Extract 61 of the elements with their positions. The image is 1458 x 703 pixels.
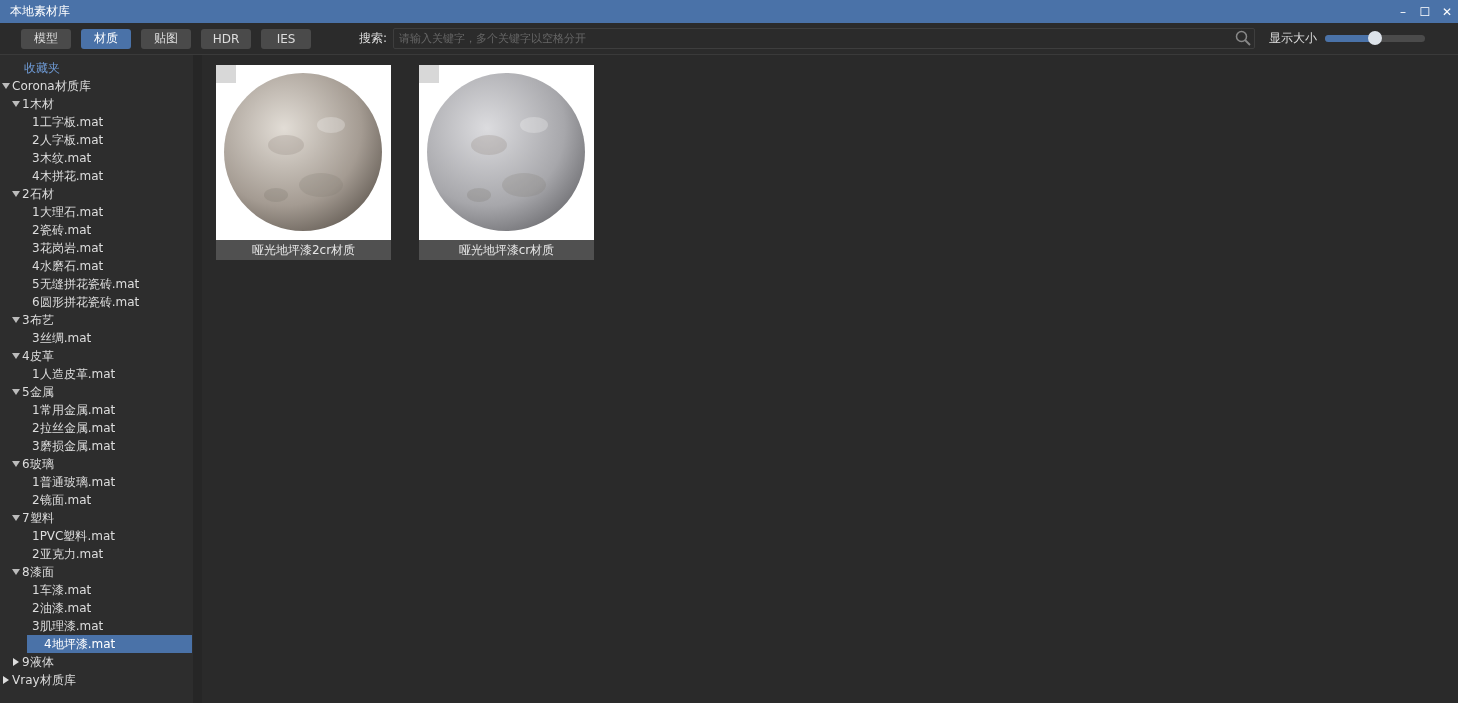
favorites-link[interactable]: 收藏夹 <box>0 59 193 77</box>
tree-item[interactable]: 6圆形拼花瓷砖.mat <box>0 293 192 311</box>
expanded-arrow-icon[interactable] <box>12 460 22 468</box>
expanded-arrow-icon[interactable] <box>12 100 22 108</box>
tab[interactable]: HDR <box>201 28 251 49</box>
tree-item[interactable]: 4水磨石.mat <box>0 257 192 275</box>
tree-item[interactable]: 4木拼花.mat <box>0 167 192 185</box>
tree-item[interactable]: 1PVC塑料.mat <box>0 527 192 545</box>
search-label: 搜索: <box>359 30 388 47</box>
tree-item[interactable]: 1工字板.mat <box>0 113 192 131</box>
tree-item[interactable]: 2亚克力.mat <box>0 545 192 563</box>
tree-item[interactable]: 3花岗岩.mat <box>0 239 192 257</box>
tree-item[interactable]: 1车漆.mat <box>0 581 192 599</box>
window-title: 本地素材库 <box>10 3 70 20</box>
expanded-arrow-icon[interactable] <box>12 514 22 522</box>
tree-item[interactable]: 3木纹.mat <box>0 149 192 167</box>
tab[interactable]: 贴图 <box>141 28 191 49</box>
close-button[interactable]: ✕ <box>1436 4 1458 19</box>
tree-item[interactable]: 2人字板.mat <box>0 131 192 149</box>
material-name: 哑光地坪漆cr材质 <box>419 240 594 260</box>
size-label: 显示大小 <box>1269 30 1318 47</box>
tab[interactable]: 材质 <box>81 28 131 49</box>
tree-item[interactable]: 2油漆.mat <box>0 599 192 617</box>
material-name: 哑光地坪漆2cr材质 <box>216 240 391 260</box>
tree-item[interactable]: 4地坪漆.mat <box>27 635 192 653</box>
tree-item[interactable]: 2镜面.mat <box>0 491 192 509</box>
tree-item[interactable]: 1普通玻璃.mat <box>0 473 192 491</box>
tree-item[interactable]: 1大理石.mat <box>0 203 192 221</box>
tree-item[interactable]: Corona材质库 <box>0 77 192 95</box>
tab[interactable]: IES <box>261 28 311 49</box>
tree-item[interactable]: 4皮革 <box>0 347 192 365</box>
tree-item[interactable]: 1人造皮革.mat <box>0 365 192 383</box>
tree-item[interactable]: 2石材 <box>0 185 192 203</box>
expanded-arrow-icon[interactable] <box>12 568 22 576</box>
tree-item[interactable]: 1木材 <box>0 95 192 113</box>
tree-item[interactable]: 9液体 <box>0 653 192 671</box>
expanded-arrow-icon[interactable] <box>12 316 22 324</box>
tree-item[interactable]: 7塑料 <box>0 509 192 527</box>
tree-item[interactable]: 3肌理漆.mat <box>0 617 192 635</box>
tree-item[interactable]: 3丝绸.mat <box>0 329 192 347</box>
tree-item[interactable]: 2拉丝金属.mat <box>0 419 192 437</box>
tree-item[interactable]: 3磨损金属.mat <box>0 437 192 455</box>
minimize-button[interactable]: – <box>1392 4 1414 19</box>
tree-item[interactable]: 5无缝拼花瓷砖.mat <box>0 275 192 293</box>
expanded-arrow-icon[interactable] <box>12 352 22 360</box>
search-icon[interactable] <box>1235 30 1252 46</box>
tree-item[interactable]: Vray材质库 <box>0 671 192 689</box>
tab[interactable]: 模型 <box>21 28 71 49</box>
tree-item[interactable]: 2瓷砖.mat <box>0 221 192 239</box>
expanded-arrow-icon[interactable] <box>2 82 12 90</box>
expanded-arrow-icon[interactable] <box>12 388 22 396</box>
tree-item[interactable]: 6玻璃 <box>0 455 192 473</box>
material-card[interactable]: 哑光地坪漆cr材质 <box>419 65 594 260</box>
material-card[interactable]: 哑光地坪漆2cr材质 <box>216 65 391 260</box>
maximize-button[interactable]: ☐ <box>1414 4 1436 19</box>
tree-item[interactable]: 1常用金属.mat <box>0 401 192 419</box>
expanded-arrow-icon[interactable] <box>12 190 22 198</box>
tree-item[interactable]: 5金属 <box>0 383 192 401</box>
tree-item[interactable]: 8漆面 <box>0 563 192 581</box>
tree-item[interactable]: 3布艺 <box>0 311 192 329</box>
slider-thumb[interactable] <box>1368 31 1383 45</box>
